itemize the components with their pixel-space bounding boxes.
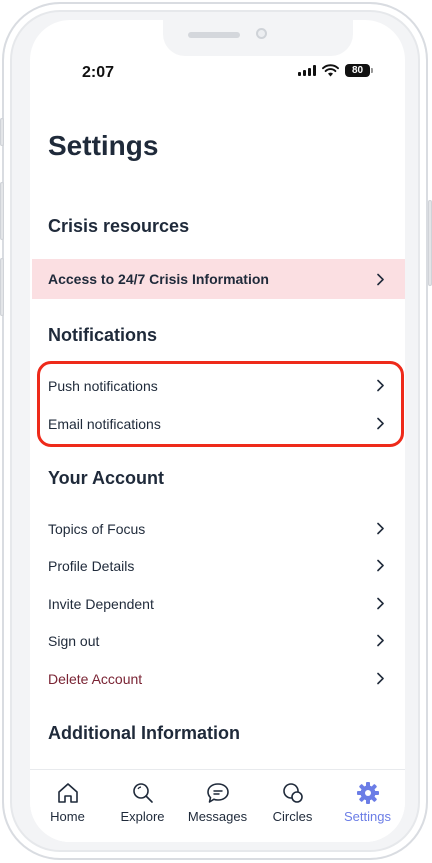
signal-icon: [298, 65, 316, 76]
side-button-volume-up: [0, 182, 4, 240]
wifi-icon: [322, 64, 339, 77]
search-icon: [132, 783, 153, 803]
tab-settings-label: Settings: [344, 809, 391, 824]
section-title-additional: Additional Information: [48, 723, 240, 743]
speaker: [188, 32, 240, 38]
topics-of-focus-row[interactable]: Topics of Focus: [32, 510, 405, 547]
sign-out-row[interactable]: Sign out: [32, 622, 405, 659]
tab-messages-label: Messages: [187, 809, 248, 824]
chevron-right-icon: [373, 597, 387, 611]
crisis-info-row[interactable]: Access to 24/7 Crisis Information: [32, 259, 405, 299]
tab-home-label: Home: [50, 809, 85, 824]
battery-icon: 80: [345, 64, 373, 77]
side-button-power: [428, 200, 432, 286]
side-button-mute: [0, 118, 4, 146]
tab-explore-label: Explore: [120, 809, 165, 824]
status-icons: 80: [298, 64, 373, 77]
section-title-account: Your Account: [48, 468, 164, 488]
section-title-notifications: Notifications: [48, 325, 158, 345]
crisis-info-label: Access to 24/7 Crisis Information: [48, 271, 269, 287]
delete-account-row[interactable]: Delete Account: [32, 660, 405, 697]
delete-account-label: Delete Account: [48, 670, 143, 687]
chevron-right-icon: [373, 559, 387, 573]
tab-circles[interactable]: Circles: [258, 770, 328, 824]
tab-home[interactable]: Home: [33, 770, 103, 824]
gear-icon: [356, 782, 379, 804]
topics-of-focus-label: Topics of Focus: [48, 520, 146, 537]
tab-bar: Home Explore Messages Circles Settings: [30, 769, 405, 842]
page-title: Settings: [48, 130, 159, 161]
status-time: 2:07: [82, 64, 115, 81]
side-button-volume-down: [0, 258, 4, 316]
tab-explore[interactable]: Explore: [108, 770, 178, 824]
chevron-right-icon: [373, 634, 387, 648]
sign-out-label: Sign out: [48, 632, 100, 649]
chevron-right-icon: [373, 522, 387, 536]
tab-messages[interactable]: Messages: [183, 770, 253, 824]
chat-icon: [206, 783, 229, 803]
camera: [256, 28, 267, 39]
profile-details-row[interactable]: Profile Details: [32, 547, 405, 584]
home-icon: [57, 783, 78, 803]
invite-dependent-label: Invite Dependent: [48, 595, 154, 612]
tab-circles-label: Circles: [272, 809, 313, 824]
chevron-right-icon: [373, 672, 387, 686]
profile-details-label: Profile Details: [48, 557, 135, 574]
section-title-crisis: Crisis resources: [48, 216, 190, 236]
chevron-right-icon: [373, 272, 387, 286]
notifications-highlight-outline: [37, 361, 404, 447]
circles-icon: [282, 783, 303, 803]
tab-settings[interactable]: Settings: [333, 770, 403, 824]
invite-dependent-row[interactable]: Invite Dependent: [32, 585, 405, 622]
